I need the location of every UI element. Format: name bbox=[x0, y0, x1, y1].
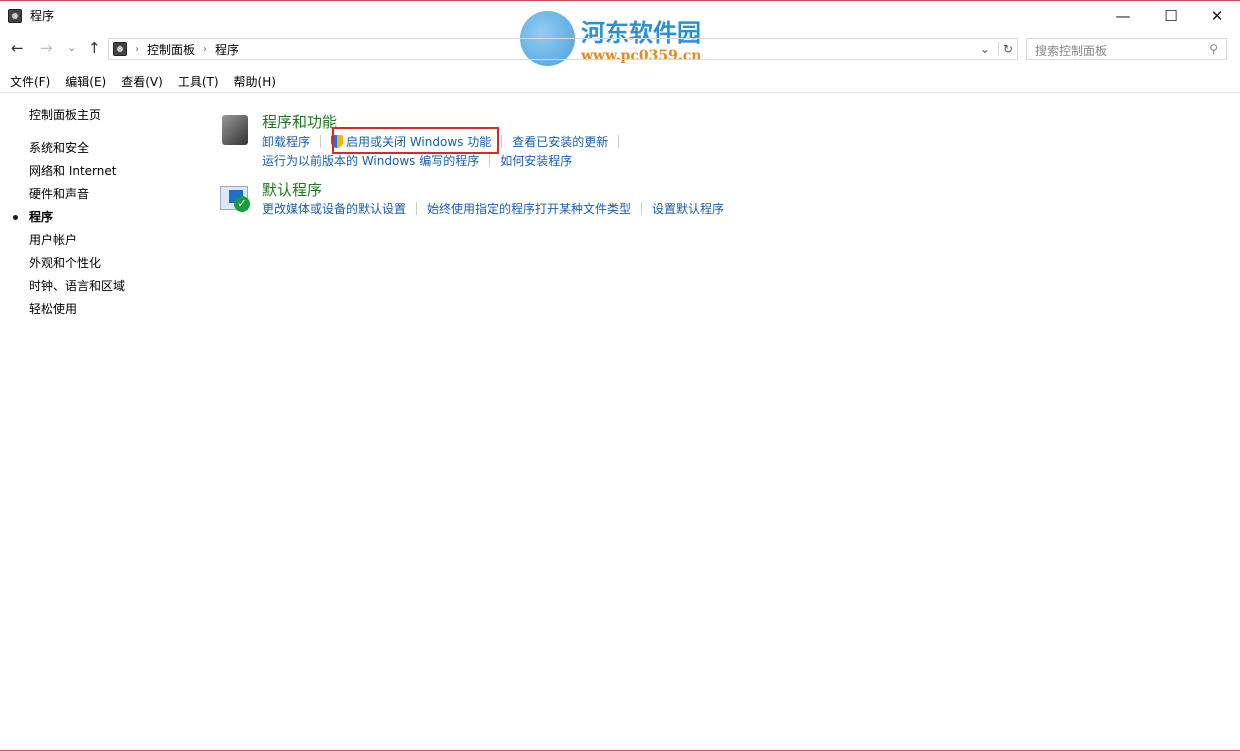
sidebar-item-ease-of-access[interactable]: 轻松使用 bbox=[29, 301, 125, 324]
divider bbox=[0, 92, 1240, 93]
how-to-install-link[interactable]: 如何安装程序 bbox=[500, 152, 572, 169]
back-button[interactable]: ← bbox=[11, 39, 24, 57]
menu-edit[interactable]: 编辑(E) bbox=[65, 73, 106, 90]
breadcrumb-programs[interactable]: 程序 bbox=[215, 41, 239, 58]
divider bbox=[489, 154, 490, 167]
sidebar-item-system-security[interactable]: 系统和安全 bbox=[29, 140, 125, 163]
up-button[interactable]: ↑ bbox=[88, 39, 101, 57]
default-programs-icon: ✓ bbox=[220, 186, 248, 210]
programs-features-heading[interactable]: 程序和功能 bbox=[262, 111, 337, 132]
menu-bar: 文件(F) 编辑(E) 查看(V) 工具(T) 帮助(H) bbox=[10, 73, 276, 90]
chevron-right-icon: › bbox=[135, 44, 139, 55]
set-default-programs-link[interactable]: 设置默认程序 bbox=[652, 200, 724, 217]
recent-locations-button[interactable]: ⌄ bbox=[67, 41, 76, 54]
search-input[interactable]: 搜索控制面板 ⚲ bbox=[1026, 38, 1227, 60]
close-button[interactable]: ✕ bbox=[1194, 1, 1240, 31]
divider bbox=[416, 202, 417, 215]
file-type-association-link[interactable]: 始终使用指定的程序打开某种文件类型 bbox=[427, 200, 631, 217]
control-panel-icon bbox=[113, 42, 127, 56]
programs-icon bbox=[8, 9, 22, 23]
programs-features-icon bbox=[222, 115, 248, 145]
sidebar-home[interactable]: 控制面板主页 bbox=[29, 107, 125, 130]
divider bbox=[641, 202, 642, 215]
sidebar-item-user-accounts[interactable]: 用户帐户 bbox=[29, 232, 125, 255]
installed-updates-link[interactable]: 查看已安装的更新 bbox=[512, 133, 608, 150]
highlight-box bbox=[332, 127, 499, 154]
divider bbox=[320, 135, 321, 148]
sidebar-item-hardware-sound[interactable]: 硬件和声音 bbox=[29, 186, 125, 209]
sidebar-item-network[interactable]: 网络和 Internet bbox=[29, 163, 125, 186]
refresh-button[interactable]: ↻ bbox=[998, 42, 1017, 56]
divider bbox=[618, 135, 619, 148]
chevron-right-icon: › bbox=[203, 44, 207, 55]
sidebar-item-appearance[interactable]: 外观和个性化 bbox=[29, 255, 125, 278]
divider bbox=[501, 135, 502, 148]
maximize-button[interactable]: ☐ bbox=[1148, 1, 1194, 31]
forward-button[interactable]: → bbox=[40, 39, 53, 57]
sidebar-item-clock-region[interactable]: 时钟、语言和区域 bbox=[29, 278, 125, 301]
menu-view[interactable]: 查看(V) bbox=[121, 73, 163, 90]
search-placeholder: 搜索控制面板 bbox=[1035, 42, 1107, 56]
sidebar: 控制面板主页 系统和安全 网络和 Internet 硬件和声音 程序 用户帐户 … bbox=[29, 107, 125, 324]
menu-file[interactable]: 文件(F) bbox=[10, 73, 50, 90]
default-programs-heading[interactable]: 默认程序 bbox=[262, 179, 322, 200]
media-defaults-link[interactable]: 更改媒体或设备的默认设置 bbox=[262, 200, 406, 217]
title-bar: 程序 bbox=[8, 7, 54, 24]
minimize-button[interactable]: — bbox=[1100, 1, 1146, 31]
compatibility-link[interactable]: 运行为以前版本的 Windows 编写的程序 bbox=[262, 152, 479, 169]
address-dropdown-button[interactable]: ⌄ bbox=[980, 42, 990, 56]
sidebar-item-programs[interactable]: 程序 bbox=[29, 209, 125, 232]
window-title: 程序 bbox=[30, 7, 54, 24]
menu-tools[interactable]: 工具(T) bbox=[178, 73, 219, 90]
menu-help[interactable]: 帮助(H) bbox=[234, 73, 276, 90]
address-bar[interactable]: › 控制面板 › 程序 ⌄ ↻ bbox=[108, 38, 1018, 60]
uninstall-program-link[interactable]: 卸载程序 bbox=[262, 133, 310, 150]
search-icon: ⚲ bbox=[1209, 42, 1218, 56]
breadcrumb-control-panel[interactable]: 控制面板 bbox=[147, 41, 195, 58]
